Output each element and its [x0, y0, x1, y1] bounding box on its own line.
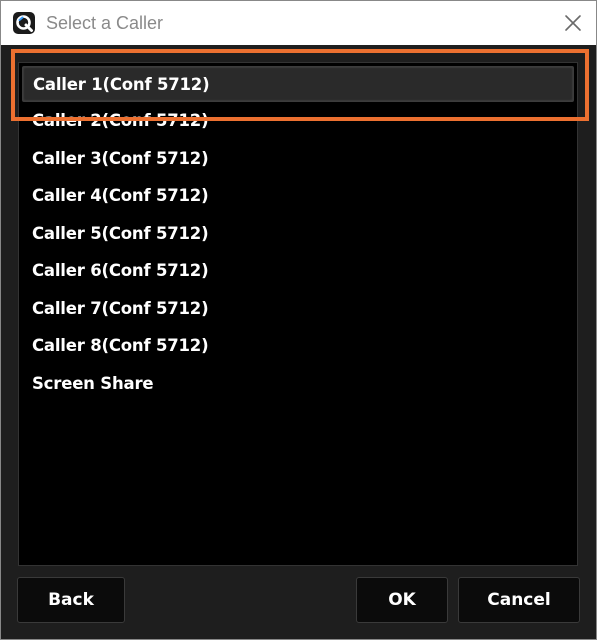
back-button[interactable]: Back — [17, 577, 125, 623]
caller-label: Caller 8(Conf 5712) — [32, 336, 209, 355]
caller-label: Caller 1(Conf 5712) — [33, 75, 210, 94]
caller-label: Caller 6(Conf 5712) — [32, 261, 209, 280]
cancel-button[interactable]: Cancel — [458, 577, 580, 623]
caller-label: Caller 5(Conf 5712) — [32, 224, 209, 243]
title-bar: Select a Caller — [1, 1, 596, 45]
caller-list-item-7[interactable]: Caller 7(Conf 5712) — [22, 291, 574, 327]
caller-label: Caller 3(Conf 5712) — [32, 149, 209, 168]
screen-share-list-item[interactable]: Screen Share — [22, 366, 574, 402]
app-logo-icon — [13, 12, 35, 34]
caller-list-item-8[interactable]: Caller 8(Conf 5712) — [22, 328, 574, 364]
select-caller-dialog: Select a Caller Caller 1(Conf 5712) Call… — [0, 0, 597, 640]
caller-list-item-4[interactable]: Caller 4(Conf 5712) — [22, 178, 574, 214]
screen-share-label: Screen Share — [32, 374, 154, 393]
caller-list-item-2[interactable]: Caller 2(Conf 5712) — [22, 103, 574, 139]
window-title: Select a Caller — [46, 13, 164, 33]
caller-label: Caller 7(Conf 5712) — [32, 299, 209, 318]
caller-label: Caller 2(Conf 5712) — [32, 111, 209, 130]
caller-list[interactable]: Caller 1(Conf 5712) Caller 2(Conf 5712) … — [18, 62, 578, 566]
caller-label: Caller 4(Conf 5712) — [32, 186, 209, 205]
dialog-body: Caller 1(Conf 5712) Caller 2(Conf 5712) … — [1, 45, 596, 639]
close-icon[interactable] — [559, 9, 587, 37]
ok-button[interactable]: OK — [356, 577, 448, 623]
caller-list-item-3[interactable]: Caller 3(Conf 5712) — [22, 141, 574, 177]
caller-list-item-6[interactable]: Caller 6(Conf 5712) — [22, 253, 574, 289]
caller-list-item-1[interactable]: Caller 1(Conf 5712) — [22, 66, 574, 102]
caller-list-item-5[interactable]: Caller 5(Conf 5712) — [22, 216, 574, 252]
